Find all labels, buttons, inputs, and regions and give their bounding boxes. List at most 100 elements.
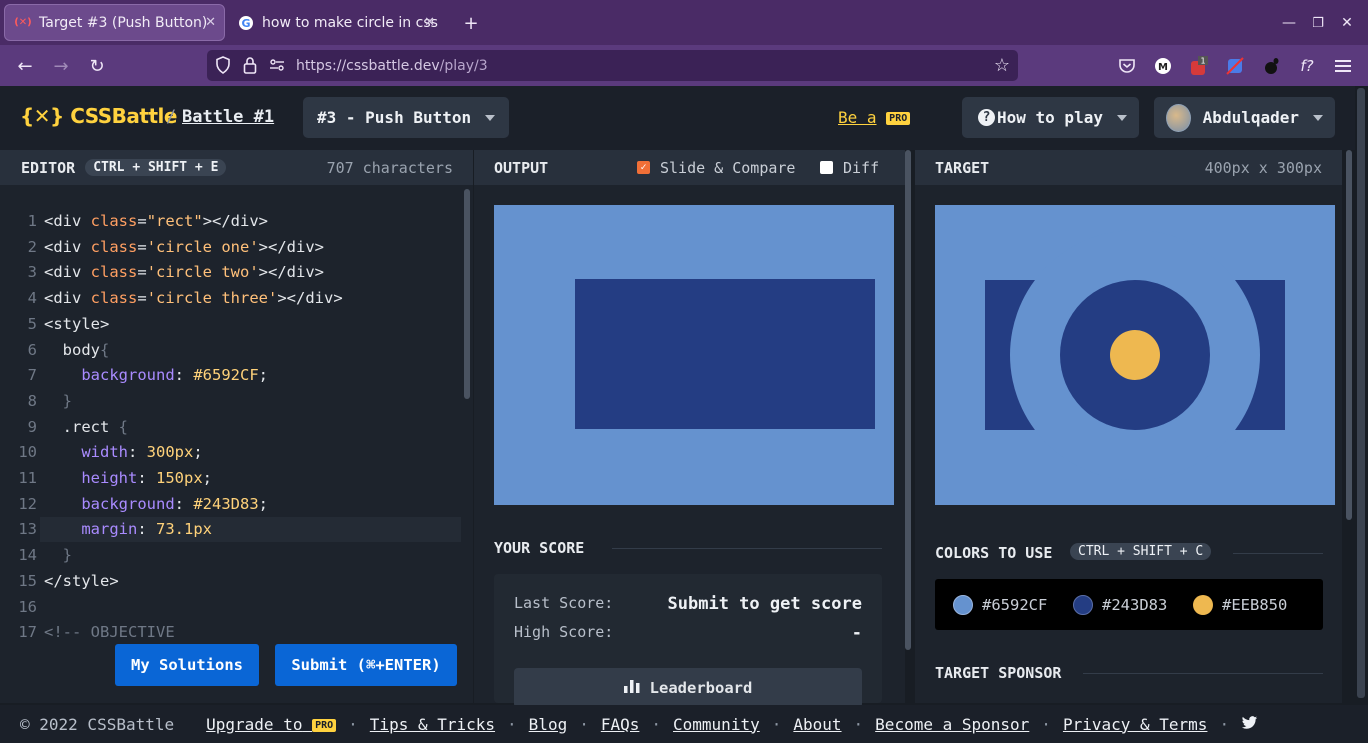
window-close-icon[interactable]: ✕ <box>1334 10 1360 36</box>
code-editor[interactable]: 1 <div class="rect"></div> 2 <div class='ci… <box>0 185 473 703</box>
output-preview[interactable] <box>494 205 894 505</box>
svg-text:M: M <box>1158 62 1168 73</box>
divider <box>1233 553 1323 554</box>
code-token: = <box>137 237 147 256</box>
code-token: : <box>137 469 156 487</box>
new-tab-button[interactable]: + <box>458 10 484 36</box>
upgrade-link[interactable]: Upgrade to PRO <box>206 715 337 734</box>
community-link[interactable]: Community <box>673 715 760 734</box>
output-panel: YOUR SCORE Last Score: Submit to get sco… <box>474 185 905 708</box>
battle-link[interactable]: Battle #1 <box>182 107 274 127</box>
about-link[interactable]: About <box>793 715 841 734</box>
extension-gnome-icon[interactable] <box>1258 53 1284 79</box>
line-number: 8 <box>27 391 37 410</box>
code-line[interactable]: 3 <div class='circle two'></div> <box>0 260 461 285</box>
checkbox-unchecked-icon[interactable] <box>820 161 833 174</box>
target-select[interactable]: #3 - Push Button <box>303 97 510 138</box>
submit-button[interactable]: Submit (⌘+ENTER) <box>275 644 457 686</box>
target-select-label: #3 - Push Button <box>317 108 472 127</box>
colors-title: COLORS TO USE <box>935 544 1053 562</box>
lock-icon[interactable] <box>243 56 257 78</box>
minimize-icon[interactable]: — <box>1276 10 1302 36</box>
slide-compare-toggle[interactable]: ✓ Slide & Compare <box>637 159 795 177</box>
svg-text:1: 1 <box>1200 57 1205 66</box>
line-number: 12 <box>18 494 37 513</box>
tips-tricks-link[interactable]: Tips & Tricks <box>370 715 495 734</box>
line-number: 9 <box>27 417 37 436</box>
code-line[interactable]: 2 <div class='circle one'></div> <box>0 235 461 260</box>
code-token: #6592CF <box>193 366 259 385</box>
code-token: 'circle two' <box>146 263 259 282</box>
code-token: background <box>81 366 175 385</box>
editor-scrollbar[interactable] <box>464 189 470 399</box>
separator-dot: · <box>651 714 662 734</box>
permissions-icon[interactable] <box>269 57 285 77</box>
code-line[interactable]: 13 margin: 73.1px <box>0 517 461 542</box>
color-swatch-3[interactable]: #EEB850 <box>1193 595 1287 615</box>
menu-icon[interactable] <box>1330 53 1356 79</box>
diff-toggle[interactable]: Diff <box>820 159 879 177</box>
line-number: 16 <box>18 597 37 616</box>
close-tab-icon[interactable]: ✕ <box>424 15 435 30</box>
code-token: class <box>90 237 138 256</box>
cssbattle-logo[interactable]: {✕} CSSBattle <box>20 104 177 128</box>
reload-icon[interactable]: ↻ <box>84 53 110 79</box>
breadcrumb-separator: / <box>166 107 177 127</box>
extension-m-icon[interactable]: M <box>1150 53 1176 79</box>
help-icon: ? <box>978 109 995 126</box>
pro-badge: PRO <box>886 112 911 125</box>
user-menu[interactable]: Abdulqader <box>1154 97 1335 138</box>
code-line[interactable]: 4 <div class='circle three'></div> <box>0 286 461 311</box>
color-swatch-1[interactable]: #6592CF <box>953 595 1047 615</box>
forward-icon[interactable]: → <box>48 53 74 79</box>
code-line[interactable]: 8 } <box>0 389 461 414</box>
color-palette: #6592CF #243D83 #EEB850 <box>935 579 1323 630</box>
tab-google[interactable]: G how to make circle in css ✕ <box>228 4 443 41</box>
extension-blocked-icon[interactable] <box>1222 53 1248 79</box>
code-line[interactable]: 5 <style> <box>0 312 461 337</box>
back-icon[interactable]: ← <box>12 53 38 79</box>
my-solutions-button[interactable]: My Solutions <box>115 644 259 686</box>
become-sponsor-link[interactable]: Become a Sponsor <box>875 715 1029 734</box>
twitter-icon[interactable] <box>1241 715 1258 734</box>
code-line[interactable]: 9 .rect { <box>0 415 461 440</box>
code-line[interactable]: 11 height: 150px; <box>0 466 461 491</box>
extension-badge-icon[interactable]: 1 <box>1186 53 1212 79</box>
extension-font-icon[interactable]: f? <box>1294 53 1320 79</box>
code-token: ; <box>258 494 268 513</box>
tab-target[interactable]: (✕) Target #3 (Push Button) ✕ <box>4 4 225 41</box>
code-line[interactable]: 10 width: 300px; <box>0 440 461 465</box>
code-line[interactable]: 6 body{ <box>0 338 461 363</box>
code-line[interactable]: 7 background: #6592CF; <box>0 363 461 388</box>
color-swatch-2[interactable]: #243D83 <box>1073 595 1167 615</box>
target-scrollbar[interactable] <box>1346 150 1352 520</box>
code-line[interactable]: 15 </style> <box>0 569 461 594</box>
code-line[interactable]: 14 } <box>0 543 461 568</box>
shield-icon[interactable] <box>215 56 231 78</box>
code-line[interactable]: 1 <div class="rect"></div> <box>0 209 461 234</box>
code-token: 'circle three' <box>146 289 278 308</box>
username: Abdulqader <box>1202 108 1299 127</box>
faqs-link[interactable]: FAQs <box>601 715 640 734</box>
how-to-play-button[interactable]: ? How to play <box>962 97 1139 138</box>
close-tab-icon[interactable]: ✕ <box>205 15 216 30</box>
code-line[interactable]: 12 background: #243D83; <box>0 492 461 517</box>
restore-icon[interactable]: ❐ <box>1305 10 1331 36</box>
pocket-icon[interactable] <box>1114 53 1140 79</box>
character-count: 707 characters <box>326 158 453 177</box>
code-line[interactable]: 17 <!-- OBJECTIVE <box>0 620 461 645</box>
privacy-terms-link[interactable]: Privacy & Terms <box>1063 715 1208 734</box>
bookmark-star-icon[interactable]: ☆ <box>994 55 1010 76</box>
leaderboard-button[interactable]: Leaderboard <box>514 668 862 708</box>
url-bar[interactable]: https://cssbattle.dev/play/3 ☆ <box>207 50 1018 81</box>
code-line[interactable]: 16 <box>0 595 461 620</box>
code-token: } <box>44 391 72 410</box>
separator-dot: · <box>1219 714 1230 734</box>
page-scrollbar[interactable] <box>1357 88 1365 698</box>
checkbox-checked-icon[interactable]: ✓ <box>637 161 650 174</box>
tab-title: Target #3 (Push Button) <box>39 14 208 31</box>
blog-link[interactable]: Blog <box>529 715 568 734</box>
output-scrollbar[interactable] <box>905 150 911 650</box>
code-token: .rect <box>44 417 119 436</box>
be-a-pro-link[interactable]: Be a PRO <box>838 108 911 127</box>
